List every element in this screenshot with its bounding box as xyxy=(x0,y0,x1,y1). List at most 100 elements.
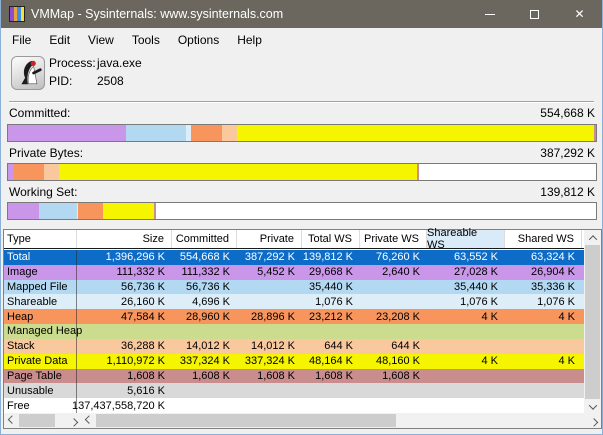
table-row-heap[interactable]: Heap47,584 K28,960 K28,896 K23,212 K23,2… xyxy=(4,309,587,324)
menu-file[interactable]: File xyxy=(3,29,40,51)
column-header-private[interactable]: Private xyxy=(237,230,302,248)
committed-label: Committed: xyxy=(9,106,70,121)
cell-shared-ws xyxy=(505,383,582,398)
cell-shareable-ws: 4 K xyxy=(427,354,505,369)
column-header-private-ws[interactable]: Private WS xyxy=(360,230,427,248)
vertical-scroll-track[interactable] xyxy=(584,245,601,399)
scroll-left-button-main[interactable] xyxy=(81,413,96,428)
menu-edit[interactable]: Edit xyxy=(40,29,79,51)
menu-tools[interactable]: Tools xyxy=(123,29,169,51)
column-header-shared-ws[interactable]: Shared WS xyxy=(505,230,582,248)
cell-total-ws: 139,812 K xyxy=(302,250,360,265)
cell-private-ws xyxy=(360,398,427,413)
cell-private-ws: 644 K xyxy=(360,339,427,354)
private-bytes-value: 387,292 K xyxy=(540,146,595,161)
scroll-down-button[interactable] xyxy=(584,399,601,414)
private-bytes-bar xyxy=(7,163,597,181)
cell-total-ws: 35,440 K xyxy=(302,280,360,295)
committed-segment-heap xyxy=(191,125,222,141)
committed-segment-private-data xyxy=(237,125,595,141)
column-header-committed[interactable]: Committed xyxy=(172,230,237,248)
scroll-right-button-main[interactable] xyxy=(586,413,601,428)
cell-private-ws xyxy=(360,280,427,295)
vertical-scrollbar[interactable] xyxy=(584,230,601,414)
table-row-unusable[interactable]: Unusable5,616 K xyxy=(4,383,587,398)
row-type-label: Image xyxy=(4,265,77,280)
chevron-up-icon xyxy=(588,235,596,243)
maximize-button[interactable] xyxy=(512,0,557,28)
cell-private xyxy=(237,398,302,413)
table-row-shareable[interactable]: Shareable26,160 K4,696 K1,076 K1,076 K1,… xyxy=(4,294,587,309)
memory-type-table: TypeSizeCommittedPrivateTotal WSPrivate … xyxy=(3,229,602,429)
cell-total-ws xyxy=(302,398,360,413)
table-row-mapped-file[interactable]: Mapped File56,736 K56,736 K35,440 K35,44… xyxy=(4,280,587,295)
cell-shareable-ws: 1,076 K xyxy=(427,294,505,309)
horizontal-scrollbar-left[interactable] xyxy=(4,413,81,428)
separator-line xyxy=(9,101,594,103)
committed-value: 554,668 K xyxy=(540,106,595,121)
column-header-total-ws[interactable]: Total WS xyxy=(302,230,360,248)
column-header-type[interactable]: Type xyxy=(4,230,77,248)
cell-shareable-ws xyxy=(427,369,505,384)
table-row-private-data[interactable]: Private Data1,110,972 K337,324 K337,324 … xyxy=(4,354,587,369)
vmmap-app-icon xyxy=(9,6,25,22)
committed-segment-stack xyxy=(222,125,237,141)
chevron-down-icon xyxy=(588,401,596,409)
cell-shareable-ws: 27,028 K xyxy=(427,265,505,280)
cell-shared-ws: 4 K xyxy=(505,309,582,324)
table-row-image[interactable]: Image111,332 K111,332 K5,452 K29,668 K2,… xyxy=(4,265,587,280)
working-set-segment-heap xyxy=(78,203,103,219)
menu-view[interactable]: View xyxy=(79,29,123,51)
java-duke-icon xyxy=(11,56,45,90)
table-row-page-table[interactable]: Page Table1,608 K1,608 K1,608 K1,608 K1,… xyxy=(4,369,587,384)
table-body: Total1,396,296 K554,668 K387,292 K139,81… xyxy=(4,250,587,413)
private-bytes-segment-stack xyxy=(44,164,59,180)
scroll-left-button[interactable] xyxy=(4,413,19,428)
cell-private-ws: 76,260 K xyxy=(360,250,427,265)
cell-shared-ws: 63,324 K xyxy=(505,250,582,265)
horizontal-scroll-track-main[interactable] xyxy=(96,413,586,428)
row-type-label: Unusable xyxy=(4,383,77,398)
vertical-scroll-thumb[interactable] xyxy=(585,245,600,399)
cell-size: 47,584 K xyxy=(77,309,172,324)
working-set-segment-mapped-file xyxy=(39,203,77,219)
column-header-shareable-ws[interactable]: Shareable WS xyxy=(427,230,505,248)
cell-shared-ws: 1,076 K xyxy=(505,294,582,309)
scroll-up-button[interactable] xyxy=(584,230,601,245)
table-row-stack[interactable]: Stack36,288 K14,012 K14,012 K644 K644 K xyxy=(4,339,587,354)
cell-size: 1,396,296 K xyxy=(77,250,172,265)
table-row-total[interactable]: Total1,396,296 K554,668 K387,292 K139,81… xyxy=(4,250,587,265)
chevron-right-icon xyxy=(69,418,77,426)
close-button[interactable]: ✕ xyxy=(557,0,602,28)
table-row-free[interactable]: Free137,437,558,720 K xyxy=(4,398,587,413)
cell-committed xyxy=(172,324,237,339)
private-bytes-segment-heap xyxy=(14,164,45,180)
horizontal-scroll-track-left[interactable] xyxy=(19,413,66,428)
cell-private-ws xyxy=(360,324,427,339)
table-row-managed-heap[interactable]: Managed Heap xyxy=(4,324,587,339)
working-set-value: 139,812 K xyxy=(540,185,595,200)
cell-private xyxy=(237,280,302,295)
titlebar: VMMap - Sysinternals: www.sysinternals.c… xyxy=(1,0,602,28)
cell-private-ws: 2,640 K xyxy=(360,265,427,280)
column-header-size[interactable]: Size xyxy=(77,230,172,248)
row-type-label: Heap xyxy=(4,309,77,324)
menu-help[interactable]: Help xyxy=(228,29,271,51)
horizontal-scroll-thumb-left[interactable] xyxy=(19,414,55,427)
cell-shared-ws: 4 K xyxy=(505,354,582,369)
cell-private xyxy=(237,324,302,339)
menu-options[interactable]: Options xyxy=(169,29,228,51)
cell-shared-ws xyxy=(505,398,582,413)
cell-size: 137,437,558,720 K xyxy=(77,398,172,413)
horizontal-scroll-thumb-main[interactable] xyxy=(96,414,396,427)
cell-shareable-ws: 4 K xyxy=(427,309,505,324)
cell-size: 1,608 K xyxy=(77,369,172,384)
minimize-button[interactable] xyxy=(467,0,512,28)
horizontal-scrollbar-main[interactable] xyxy=(81,413,601,428)
minimize-icon xyxy=(485,14,495,15)
cell-total-ws: 29,668 K xyxy=(302,265,360,280)
cell-shared-ws xyxy=(505,369,582,384)
private-bytes-segment-page-table xyxy=(417,164,419,180)
cell-total-ws: 644 K xyxy=(302,339,360,354)
scroll-right-button[interactable] xyxy=(66,413,81,428)
